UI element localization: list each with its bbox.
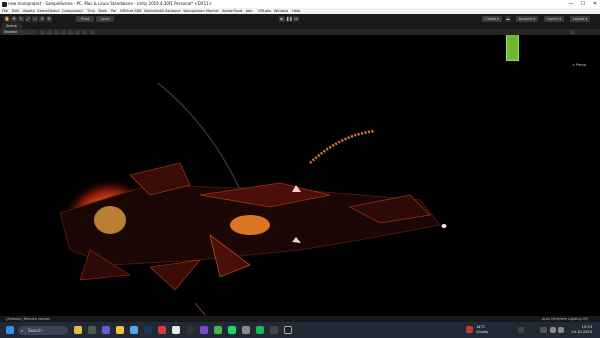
- store-icon[interactable]: [130, 326, 138, 334]
- gizmos-icon[interactable]: [82, 29, 87, 35]
- effects-toggle-icon[interactable]: [61, 29, 66, 35]
- weather-description: Cloudy: [476, 329, 489, 334]
- wifi-icon[interactable]: [550, 327, 556, 333]
- whatsapp-icon[interactable]: [228, 326, 236, 334]
- perspective-label[interactable]: < Persp: [572, 63, 586, 67]
- volume-icon[interactable]: [558, 327, 564, 333]
- play-button-icon[interactable]: ▶: [279, 15, 285, 22]
- file-explorer-icon[interactable]: [116, 326, 124, 334]
- rect-tool-icon[interactable]: ▭: [32, 15, 38, 22]
- clock-date: 24.10.2024: [571, 329, 592, 334]
- pivot-toggle[interactable]: Pivot: [76, 15, 94, 22]
- search-placeholder: Search: [28, 327, 42, 333]
- custom-tool-icon[interactable]: ⚙: [46, 15, 52, 22]
- layout-dropdown[interactable]: Layout ▾: [570, 15, 590, 22]
- steam-icon[interactable]: [144, 326, 152, 334]
- step-button-icon[interactable]: ⏭: [293, 15, 299, 22]
- app-icon[interactable]: [200, 326, 208, 334]
- lighting-toggle-icon[interactable]: [47, 29, 52, 35]
- chrome-icon[interactable]: [214, 326, 222, 334]
- hidden-objects-icon[interactable]: [68, 29, 73, 35]
- app-window-icon[interactable]: [270, 326, 278, 334]
- weather-widget[interactable]: 14°C Cloudy: [476, 325, 488, 334]
- app-generic-icon[interactable]: [242, 326, 250, 334]
- layers-dropdown[interactable]: Layers ▾: [544, 15, 564, 22]
- scene-search-field-icon[interactable]: [570, 29, 575, 35]
- move-tool-icon[interactable]: ✥: [11, 15, 17, 22]
- scene-gizmo-icon[interactable]: [506, 35, 519, 61]
- rotate-tool-icon[interactable]: ↻: [18, 15, 24, 22]
- unity-logo-icon: [2, 1, 7, 7]
- scene-viewport[interactable]: < Persp: [0, 35, 600, 316]
- keyboard-icon[interactable]: [540, 327, 547, 333]
- widget-icon[interactable]: [74, 326, 82, 334]
- audio-toggle-icon[interactable]: [54, 29, 59, 35]
- close-button[interactable]: ✕: [590, 0, 600, 8]
- window-title: new mainproject - SampleScene - PC, Mac …: [8, 1, 213, 6]
- windows-taskbar: ⌕ Search 14°C Cloudy 15:53 24.10.2024: [0, 322, 600, 338]
- taskbar-search[interactable]: ⌕ Search: [18, 325, 68, 335]
- main-toolbar: ✋ ✥ ↻ ⤢ ▭ ⊕ ⚙ Pivot Local ▶ ❚❚ ⏭ Collab …: [0, 14, 600, 23]
- taskbar-clock[interactable]: 15:53 24.10.2024: [566, 325, 592, 334]
- scene-render: [59, 82, 447, 316]
- opera-icon[interactable]: [158, 326, 166, 334]
- camera-settings-icon[interactable]: [75, 29, 80, 35]
- unity-hub-icon[interactable]: [172, 326, 180, 334]
- 2d-toggle-icon[interactable]: [40, 29, 45, 35]
- transform-tool-icon[interactable]: ⊕: [39, 15, 45, 22]
- windows-start-icon[interactable]: [6, 326, 14, 334]
- minimize-button[interactable]: —: [566, 0, 576, 8]
- pause-button-icon[interactable]: ❚❚: [286, 15, 293, 22]
- teams-icon[interactable]: [102, 326, 110, 334]
- search-scene-icon[interactable]: [90, 29, 95, 35]
- task-view-icon[interactable]: [88, 326, 96, 334]
- spotify-icon[interactable]: [256, 326, 264, 334]
- scale-tool-icon[interactable]: ⤢: [25, 15, 31, 22]
- tray-chevron-icon[interactable]: [518, 327, 524, 333]
- cloud-icon[interactable]: ☁: [505, 15, 511, 22]
- weather-icon: [466, 326, 473, 333]
- shading-mode-dropdown[interactable]: Shaded: [2, 29, 36, 35]
- window-titlebar: new mainproject - SampleScene - PC, Mac …: [0, 0, 600, 8]
- collab-dropdown[interactable]: Collab ▾: [482, 15, 502, 22]
- unity-taskbar-icon[interactable]: [284, 326, 292, 334]
- maximize-button[interactable]: ☐: [578, 0, 588, 8]
- account-dropdown[interactable]: Account ▾: [516, 15, 538, 22]
- search-icon: ⌕: [21, 327, 24, 333]
- terminal-icon[interactable]: [186, 326, 194, 334]
- local-toggle[interactable]: Local: [96, 15, 114, 22]
- hand-tool-icon[interactable]: ✋: [4, 15, 10, 22]
